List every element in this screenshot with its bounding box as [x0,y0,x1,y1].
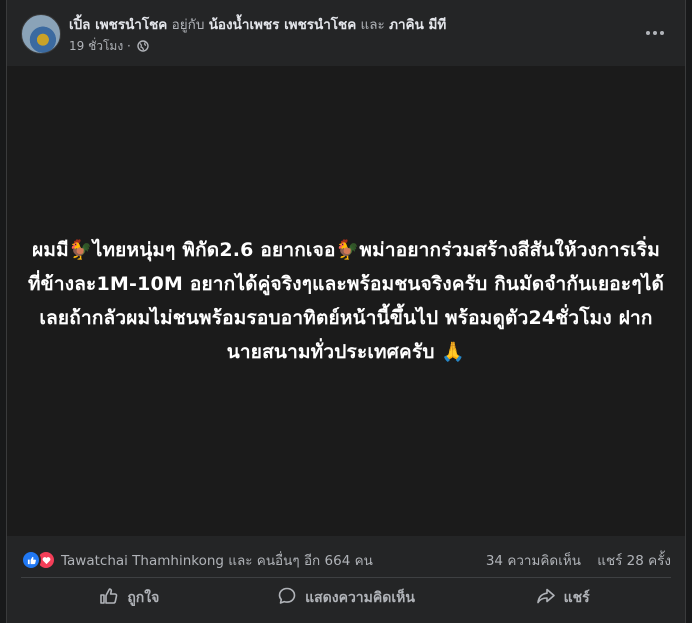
share-label: แชร์ [563,590,590,606]
comment-count[interactable]: 34 ความคิดเห็น [486,553,581,569]
comment-button[interactable]: แสดงความคิดเห็น [238,580,455,616]
post-timestamp[interactable]: 19 ชั่วโมง · [69,39,131,53]
divider [21,577,671,578]
like-reaction-icon [21,550,41,570]
like-button[interactable]: ถูกใจ [21,580,238,616]
with-label: อยู่กับ [171,17,205,33]
post-meta: 19 ชั่วโมง · [69,38,149,56]
globe-icon [136,40,149,56]
like-label: ถูกใจ [127,590,160,606]
tagged-user-1[interactable]: น้องน้ำเพชร เพชรนำโชค [209,17,357,33]
engagement-counts: 34 ความคิดเห็น แชร์ 28 ครั้ง [474,549,671,571]
post-card: เปิ้ล เพชรนำโชค อยู่กับ น้องน้ำเพชร เพชร… [6,0,686,623]
more-dot-icon [646,31,650,35]
comment-label: แสดงความคิดเห็น [305,590,415,606]
comment-icon [277,586,297,610]
tagged-user-2[interactable]: ภาคิน มีที [389,17,446,33]
reactors-text[interactable]: Tawatchai Thamhinkong และ คนอื่นๆ อีก 66… [61,549,373,571]
action-bar: ถูกใจ แสดงความคิดเห็น แชร์ [21,580,671,616]
thumbs-up-icon [99,586,119,610]
more-dot-icon [653,31,657,35]
post-stats: Tawatchai Thamhinkong และ คนอื่นๆ อีก 66… [7,538,685,578]
post-content: ผมมี🐓ไทยหนุ่มๆ พิกัด2.6 อยากเจอ🐓พม่าอยาก… [7,66,685,536]
author-name[interactable]: เปิ้ล เพชรนำโชค [69,17,167,33]
post-header: เปิ้ล เพชรนำโชค อยู่กับ น้องน้ำเพชร เพชร… [7,0,685,66]
share-count[interactable]: แชร์ 28 ครั้ง [597,553,671,569]
more-options-button[interactable] [643,24,667,42]
share-button[interactable]: แชร์ [454,580,671,616]
author-avatar[interactable] [21,14,61,54]
post-author-line: เปิ้ล เพชรนำโชค อยู่กับ น้องน้ำเพชร เพชร… [69,16,446,34]
and-label: และ [360,17,385,33]
reactions-summary[interactable]: Tawatchai Thamhinkong และ คนอื่นๆ อีก 66… [21,549,373,571]
more-dot-icon [660,31,664,35]
post-text: ผมมี🐓ไทยหนุ่มๆ พิกัด2.6 อยากเจอ🐓พม่าอยาก… [27,239,665,363]
share-icon [536,586,556,610]
